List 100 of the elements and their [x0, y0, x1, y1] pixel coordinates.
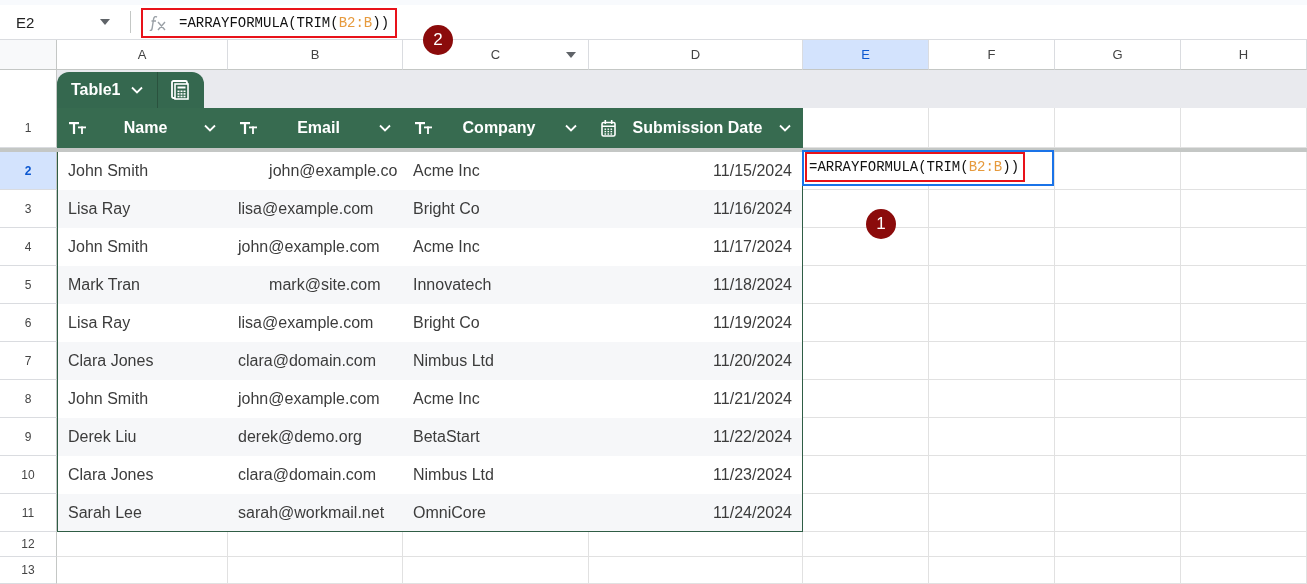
grid-cell[interactable] — [589, 532, 803, 557]
grid-cell[interactable] — [803, 342, 929, 380]
grid-cell[interactable] — [1181, 532, 1307, 557]
column-header[interactable]: B — [228, 40, 403, 70]
row-number[interactable]: 1 — [0, 108, 57, 148]
grid-cell[interactable] — [1181, 380, 1307, 418]
formula-field[interactable]: =ARRAYFORMULA(TRIM(B2:B)) — [141, 8, 398, 38]
grid-cell[interactable] — [1181, 418, 1307, 456]
column-header[interactable]: G — [1055, 40, 1181, 70]
grid-cell[interactable] — [803, 557, 929, 584]
grid-cell[interactable] — [929, 342, 1055, 380]
grid-cell[interactable] — [1055, 190, 1181, 228]
grid-cell[interactable] — [803, 228, 929, 266]
row-number[interactable]: 12 — [0, 532, 57, 557]
grid-cell[interactable] — [929, 532, 1055, 557]
grid-cell[interactable] — [1055, 494, 1181, 532]
chevron-down-icon[interactable] — [565, 124, 577, 132]
grid-cell[interactable] — [803, 108, 929, 148]
column-header[interactable]: Company — [403, 108, 589, 148]
column-header[interactable]: D — [589, 40, 803, 70]
grid-cell[interactable] — [803, 418, 929, 456]
column-header[interactable]: Submission Date — [589, 108, 803, 148]
grid-cell[interactable] — [1055, 380, 1181, 418]
row-number[interactable]: 10 — [0, 456, 57, 494]
row-number[interactable]: 6 — [0, 304, 57, 342]
dropdown-caret-icon[interactable] — [566, 52, 576, 58]
dropdown-caret-icon[interactable] — [100, 19, 110, 25]
chevron-down-icon[interactable] — [204, 124, 216, 132]
grid-cell[interactable] — [1055, 418, 1181, 456]
grid-cell[interactable] — [1055, 108, 1181, 148]
grid-cell[interactable] — [1055, 304, 1181, 342]
grid-cell[interactable] — [1181, 228, 1307, 266]
grid-cell[interactable] — [803, 266, 929, 304]
table-cell: 11/24/2024 — [589, 494, 803, 532]
column-header[interactable]: Email — [228, 108, 403, 148]
chevron-down-icon[interactable] — [379, 124, 391, 132]
table-tools-button[interactable] — [157, 72, 204, 108]
column-header[interactable]: A — [57, 40, 228, 70]
table-cell: lisa@example.com — [228, 190, 403, 228]
row-number[interactable]: 9 — [0, 418, 57, 456]
table-cell: Nimbus Ltd — [403, 342, 589, 380]
grid-cell[interactable] — [403, 532, 589, 557]
grid-cell[interactable] — [929, 304, 1055, 342]
grid-cell[interactable] — [1181, 304, 1307, 342]
grid-cell[interactable] — [929, 266, 1055, 304]
grid-cell[interactable] — [1181, 108, 1307, 148]
grid-cell[interactable] — [403, 557, 589, 584]
row-number[interactable]: 2 — [0, 152, 57, 190]
row-number[interactable]: 3 — [0, 190, 57, 228]
chevron-down-icon[interactable] — [779, 124, 791, 132]
grid-cell[interactable] — [929, 108, 1055, 148]
select-all-corner[interactable] — [0, 40, 57, 70]
row-number[interactable]: 7 — [0, 342, 57, 380]
grid-cell[interactable] — [57, 557, 228, 584]
grid-cell[interactable] — [1055, 228, 1181, 266]
row-number[interactable]: 5 — [0, 266, 57, 304]
grid-cell[interactable] — [929, 494, 1055, 532]
grid-cell[interactable] — [1181, 456, 1307, 494]
grid-cell[interactable] — [228, 532, 403, 557]
grid-cell[interactable] — [929, 557, 1055, 584]
name-box[interactable]: E2 — [16, 13, 35, 31]
column-header[interactable]: E — [803, 40, 929, 70]
grid-cell[interactable] — [1181, 342, 1307, 380]
grid-cell[interactable] — [803, 456, 929, 494]
column-header[interactable]: H — [1181, 40, 1307, 70]
grid-cell[interactable] — [1181, 152, 1307, 190]
grid-cell[interactable] — [1055, 342, 1181, 380]
table-cell-text: lisa@example.com — [237, 313, 375, 333]
row-number[interactable]: 13 — [0, 557, 57, 584]
grid-cell[interactable] — [1055, 266, 1181, 304]
grid-cell[interactable] — [803, 190, 929, 228]
grid-cell[interactable] — [929, 228, 1055, 266]
grid-cell[interactable] — [929, 380, 1055, 418]
table-name-tab[interactable]: Table1 — [57, 72, 158, 108]
row-number[interactable]: 4 — [0, 228, 57, 266]
grid-cell[interactable] — [228, 557, 403, 584]
grid-cell[interactable] — [1181, 494, 1307, 532]
grid-cell[interactable] — [1055, 456, 1181, 494]
grid-cell[interactable] — [57, 532, 228, 557]
column-header[interactable]: Name — [57, 108, 228, 148]
grid-cell[interactable] — [1181, 190, 1307, 228]
grid-cell[interactable] — [929, 190, 1055, 228]
table-cell: sarah@workmail.net — [228, 494, 403, 532]
grid-cell[interactable] — [803, 380, 929, 418]
cell-editor[interactable]: =ARRAYFORMULA(TRIM(B2:B)) — [802, 150, 1054, 186]
column-header[interactable]: F — [929, 40, 1055, 70]
grid-cell[interactable] — [803, 494, 929, 532]
grid-cell[interactable] — [1181, 266, 1307, 304]
grid-cell[interactable] — [1181, 557, 1307, 584]
grid-cell[interactable] — [929, 418, 1055, 456]
grid-cell[interactable] — [1055, 557, 1181, 584]
grid-cell[interactable] — [803, 532, 929, 557]
grid-cell[interactable] — [803, 304, 929, 342]
grid-cell[interactable] — [1055, 532, 1181, 557]
grid-cell[interactable] — [589, 557, 803, 584]
row-number[interactable]: 11 — [0, 494, 57, 532]
chevron-down-icon[interactable] — [130, 86, 143, 94]
grid-cell[interactable] — [929, 456, 1055, 494]
row-number[interactable]: 8 — [0, 380, 57, 418]
grid-cell[interactable] — [1055, 152, 1181, 190]
